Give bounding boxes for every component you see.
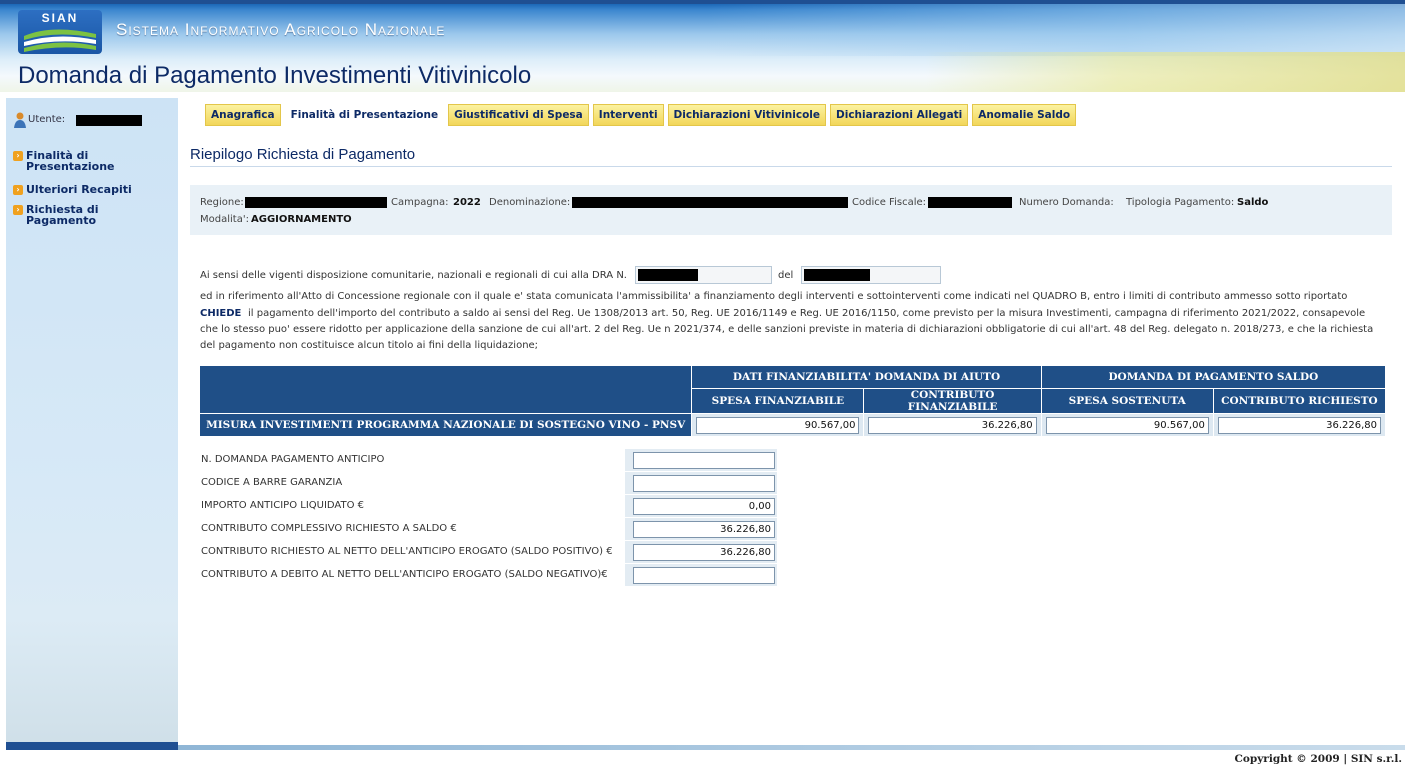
sidebar-item-label[interactable]: Finalità di Presentazione xyxy=(26,150,146,172)
table-cell: 36.226,80 xyxy=(864,414,1041,436)
saldo-negativo-input[interactable] xyxy=(633,567,775,584)
copyright: Copyright © 2009 | SIN s.r.l. xyxy=(1234,753,1403,765)
table-corner-cell xyxy=(200,366,692,413)
declaration-chiede: CHIEDE xyxy=(200,308,242,319)
user-icon xyxy=(14,112,26,128)
tipologia-label: Tipologia Pagamento: xyxy=(1126,197,1235,208)
table-cell: 90.567,00 xyxy=(1041,414,1213,436)
codice-barre-input[interactable] xyxy=(633,475,775,492)
form-row: CONTRIBUTO A DEBITO AL NETTO DELL'ANTICI… xyxy=(199,564,777,586)
page-header: SIAN Sistema Informativo Agricolo Nazion… xyxy=(0,0,1405,92)
table-group-header: DOMANDA DI PAGAMENTO SALDO xyxy=(1041,366,1385,388)
redacted-codice-fiscale xyxy=(928,197,1012,208)
sidebar-bottom-bar xyxy=(6,742,178,750)
form-row: IMPORTO ANTICIPO LIQUIDATO € 0,00 xyxy=(199,495,777,517)
finance-table: DATI FINANZIABILITA' DOMANDA DI AIUTO DO… xyxy=(199,365,1386,437)
form-label: CONTRIBUTO RICHIESTO AL NETTO DELL'ANTIC… xyxy=(201,546,613,557)
arrow-bullet-icon: › xyxy=(13,151,23,161)
user-label: Utente: xyxy=(28,114,66,125)
table-group-header: DATI FINANZIABILITA' DOMANDA DI AIUTO xyxy=(692,366,1041,388)
saldo-positivo-input[interactable]: 36.226,80 xyxy=(633,544,775,561)
column-header: CONTRIBUTO FINANZIABILE xyxy=(864,389,1041,413)
numero-domanda-label: Numero Domanda: xyxy=(1019,197,1114,208)
tab-finalita[interactable]: Finalità di Presentazione xyxy=(284,104,445,126)
form-label: CONTRIBUTO COMPLESSIVO RICHIESTO A SALDO… xyxy=(201,523,457,534)
row-label: MISURA INVESTIMENTI PROGRAMMA NAZIONALE … xyxy=(200,414,692,436)
arrow-bullet-icon: › xyxy=(13,185,23,195)
sidebar-item-label[interactable]: Ulteriori Recapiti xyxy=(26,184,166,195)
form-row: CONTRIBUTO RICHIESTO AL NETTO DELL'ANTIC… xyxy=(199,541,777,563)
spesa-sostenuta-field[interactable]: 90.567,00 xyxy=(1045,416,1209,434)
tab-dichiarazioni-vitivinicole[interactable]: Dichiarazioni Vitivinicole xyxy=(667,104,826,126)
system-title: Sistema Informativo Agricolo Nazionale xyxy=(116,20,446,39)
dra-date-field xyxy=(801,266,941,284)
denominazione-label: Denominazione: xyxy=(489,197,571,208)
table-row: MISURA INVESTIMENTI PROGRAMMA NAZIONALE … xyxy=(200,414,1385,436)
tab-bar: Anagrafica Finalità di Presentazione Giu… xyxy=(205,104,1080,126)
tab-anagrafica[interactable]: Anagrafica xyxy=(205,104,281,126)
redacted-dra-number xyxy=(638,269,698,281)
sidebar-item-finalita[interactable]: › Finalità di Presentazione xyxy=(13,150,173,176)
declaration-del: del xyxy=(778,270,794,281)
domanda-anticipo-input[interactable] xyxy=(633,452,775,469)
campagna-label: Campagna: xyxy=(391,197,449,208)
app-title: Domanda di Pagamento Investimenti Vitivi… xyxy=(18,62,532,89)
application-summary: Regione: Campagna: 2022 Denominazione: C… xyxy=(190,185,1392,235)
redacted-user-name xyxy=(76,115,142,126)
declaration-line-4: che lo stesso puo' essere ridotto per ap… xyxy=(200,324,1374,335)
title-divider xyxy=(190,166,1392,167)
form-row: CODICE A BARRE GARANZIA xyxy=(199,472,777,494)
footer-bar xyxy=(178,745,1405,750)
form-label: IMPORTO ANTICIPO LIQUIDATO € xyxy=(201,500,365,511)
page-title: Riepilogo Richiesta di Pagamento xyxy=(190,146,416,163)
codice-fiscale-label: Codice Fiscale: xyxy=(852,197,926,208)
table-cell: 90.567,00 xyxy=(692,414,864,436)
declaration-line-3: il pagamento dell'importo del contributo… xyxy=(248,308,1366,319)
column-header: SPESA FINANZIABILE xyxy=(692,389,864,413)
form-label: N. DOMANDA PAGAMENTO ANTICIPO xyxy=(201,454,385,465)
redacted-regione xyxy=(245,197,387,208)
contributo-richiesto-field[interactable]: 36.226,80 xyxy=(1217,416,1381,434)
campagna-value: 2022 xyxy=(453,197,481,208)
field-waves-icon xyxy=(24,29,96,52)
spesa-finanziabile-field[interactable]: 90.567,00 xyxy=(696,416,860,434)
tab-dichiarazioni-allegati[interactable]: Dichiarazioni Allegati xyxy=(830,104,969,126)
sidebar-item-recapiti[interactable]: › Ulteriori Recapiti xyxy=(13,184,173,197)
sian-logo: SIAN xyxy=(18,10,102,54)
tab-anomalie-saldo[interactable]: Anomalie Saldo xyxy=(972,104,1077,126)
form-label: CODICE A BARRE GARANZIA xyxy=(201,477,343,488)
redacted-denominazione xyxy=(572,197,848,208)
regione-label: Regione: xyxy=(200,197,244,208)
wheat-field-decoration xyxy=(925,52,1405,92)
tab-giustificativi[interactable]: Giustificativi di Spesa xyxy=(448,104,589,126)
column-header: CONTRIBUTO RICHIESTO xyxy=(1213,389,1385,413)
modalita-value: AGGIORNAMENTO xyxy=(251,214,352,225)
tipologia-value: Saldo xyxy=(1237,197,1269,208)
form-label: CONTRIBUTO A DEBITO AL NETTO DELL'ANTICI… xyxy=(201,569,608,580)
dra-number-field xyxy=(635,266,772,284)
sidebar: Utente: › Finalità di Presentazione › Ul… xyxy=(6,98,178,750)
declaration-line-2: ed in riferimento all'Atto di Concession… xyxy=(200,291,1348,302)
header-decoration xyxy=(705,4,1405,56)
contributo-finanziabile-field[interactable]: 36.226,80 xyxy=(868,416,1037,434)
table-group-header-row: DATI FINANZIABILITA' DOMANDA DI AIUTO DO… xyxy=(200,366,1385,413)
arrow-bullet-icon: › xyxy=(13,205,23,215)
sidebar-item-label[interactable]: Richiesta di Pagamento xyxy=(26,204,126,226)
form-row: N. DOMANDA PAGAMENTO ANTICIPO xyxy=(199,449,777,471)
form-row: CONTRIBUTO COMPLESSIVO RICHIESTO A SALDO… xyxy=(199,518,777,540)
importo-anticipo-input[interactable]: 0,00 xyxy=(633,498,775,515)
declaration-line-1: Ai sensi delle vigenti disposizione comu… xyxy=(200,270,627,281)
table-cell: 36.226,80 xyxy=(1213,414,1385,436)
modalita-label: Modalita': xyxy=(200,214,249,225)
logo-text: SIAN xyxy=(41,11,79,25)
redacted-dra-date xyxy=(804,269,870,281)
sidebar-item-richiesta[interactable]: › Richiesta di Pagamento xyxy=(13,204,173,230)
declaration-line-5: del pagamento non costituisce alcun tito… xyxy=(200,340,539,351)
column-header: SPESA SOSTENUTA xyxy=(1041,389,1213,413)
contributo-complessivo-input[interactable]: 36.226,80 xyxy=(633,521,775,538)
tab-interventi[interactable]: Interventi xyxy=(592,104,664,126)
